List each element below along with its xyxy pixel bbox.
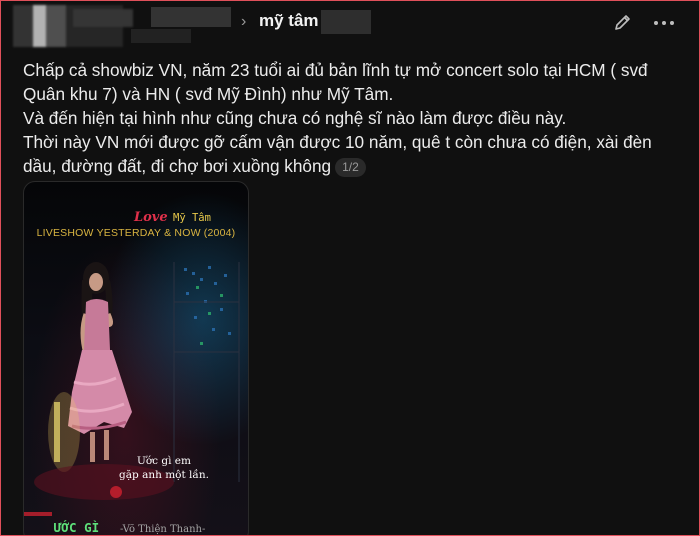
post-frame: › mỹ tâm Chấp cả showbiz VN, năm 23 tuổi… — [0, 0, 700, 536]
page-indicator: 1/2 — [335, 157, 366, 177]
post-line-2: Và đến hiện tại hình như cũng chưa có ng… — [23, 108, 567, 128]
blurred-handle — [321, 10, 371, 34]
lyric-subtitle: Ước gì em gặp anh một lần. — [94, 454, 234, 482]
song-title: ƯỚC GÌ — [54, 520, 100, 535]
video-thumbnail[interactable]: Love Mỹ Tâm LIVESHOW YESTERDAY & NOW (20… — [23, 181, 249, 535]
blurred-breadcrumb — [151, 7, 231, 27]
post-body: Chấp cả showbiz VN, năm 23 tuổi ai đủ bả… — [23, 58, 673, 178]
pencil-icon[interactable] — [613, 12, 633, 32]
singer-tag: Mỹ Tâm — [173, 212, 211, 224]
chevron-right-icon: › — [241, 13, 247, 30]
composer-credit: -Võ Thiện Thanh- — [120, 524, 206, 535]
post-line-1: Chấp cả showbiz VN, năm 23 tuổi ai đủ bả… — [23, 60, 648, 104]
lyric-line-2: gặp anh một lần. — [119, 469, 209, 481]
avatar[interactable] — [13, 5, 133, 47]
blurred-breadcrumb-secondary — [131, 29, 191, 43]
love-logo-text: Love — [134, 210, 168, 225]
username-link[interactable]: mỹ tâm — [259, 11, 319, 31]
lyric-line-1: Ước gì em — [137, 455, 191, 467]
liveshow-title: LIVESHOW YESTERDAY & NOW (2004) — [36, 227, 236, 239]
post-header: › mỹ tâm — [1, 1, 699, 47]
more-horizontal-icon[interactable] — [651, 13, 677, 33]
post-line-3: Thời này VN mới được gỡ cấm vận được 10 … — [23, 130, 673, 178]
